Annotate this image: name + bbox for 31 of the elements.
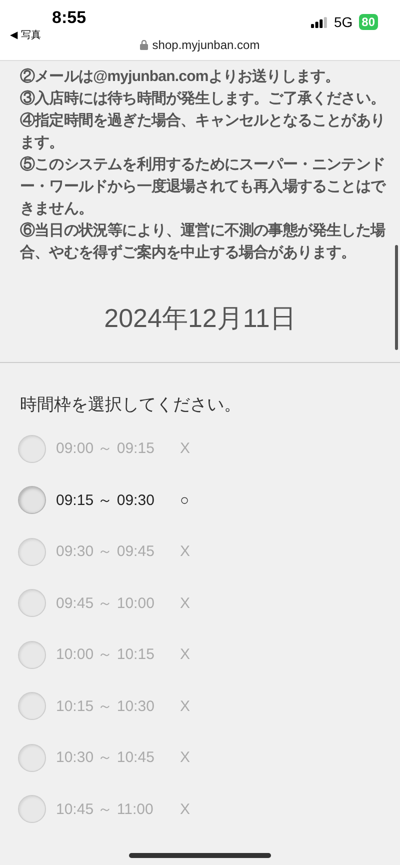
lock-icon bbox=[140, 40, 148, 50]
radio-button[interactable] bbox=[18, 486, 46, 514]
back-link[interactable]: ◀ 写真 bbox=[10, 28, 41, 42]
time-slot-label: 09:00 ～ 09:15 bbox=[56, 439, 156, 458]
date-heading: 2024年12月11日 bbox=[103, 302, 297, 334]
time-slot-label: 10:30 ～ 10:45 bbox=[56, 748, 156, 768]
notice-text: ④指定時間を過ぎた場合、キャンセルとなることがあります。 bbox=[20, 111, 386, 153]
clock-time: 8:55 bbox=[52, 8, 86, 28]
signal-icon bbox=[310, 16, 328, 28]
availability-mark: X bbox=[180, 594, 190, 612]
time-slot-label: 09:15 ～ 09:30 bbox=[56, 490, 156, 510]
availability-mark: X bbox=[180, 698, 190, 715]
availability-mark: X bbox=[180, 800, 190, 818]
notice-text: ⑥当日の状況等により、運営に不測の事態が発生した場合、やむを得ずご案内を中止する場合があります。 bbox=[20, 221, 386, 263]
availability-mark: X bbox=[180, 646, 190, 664]
time-slot-label: 10:00 ～ 10:15 bbox=[56, 645, 156, 664]
network-label: 5G bbox=[334, 14, 353, 30]
time-slot-label: 09:45 ～ 10:00 bbox=[56, 594, 156, 613]
notice-text: ⑤このシステムを利用するためにスーパー・ニンテンドー・ワールドから一度退場されても再入場することはできません。 bbox=[20, 155, 387, 219]
time-slot-label: 10:45 ～ 11:00 bbox=[56, 800, 154, 819]
time-slot-label: 10:15 ～ 10:30 bbox=[56, 696, 156, 716]
availability-mark: X bbox=[180, 440, 190, 458]
availability-mark: X bbox=[180, 749, 190, 766]
time-slot-label: 09:30 ～ 09:45 bbox=[56, 542, 156, 562]
prompt-text: 時間枠を選択してください。 bbox=[20, 394, 242, 416]
notice-text: ③入店時には待ち時間が発生します。ご了承ください。 bbox=[20, 89, 386, 109]
url-text[interactable]: shop.myjunban.com bbox=[152, 38, 260, 52]
battery-level: 80 bbox=[358, 14, 378, 30]
availability-mark: ○ bbox=[180, 492, 190, 509]
availability-mark: X bbox=[180, 543, 190, 560]
notice-text: ②メールは@myjunban.comよりお送りします。 bbox=[20, 67, 341, 87]
